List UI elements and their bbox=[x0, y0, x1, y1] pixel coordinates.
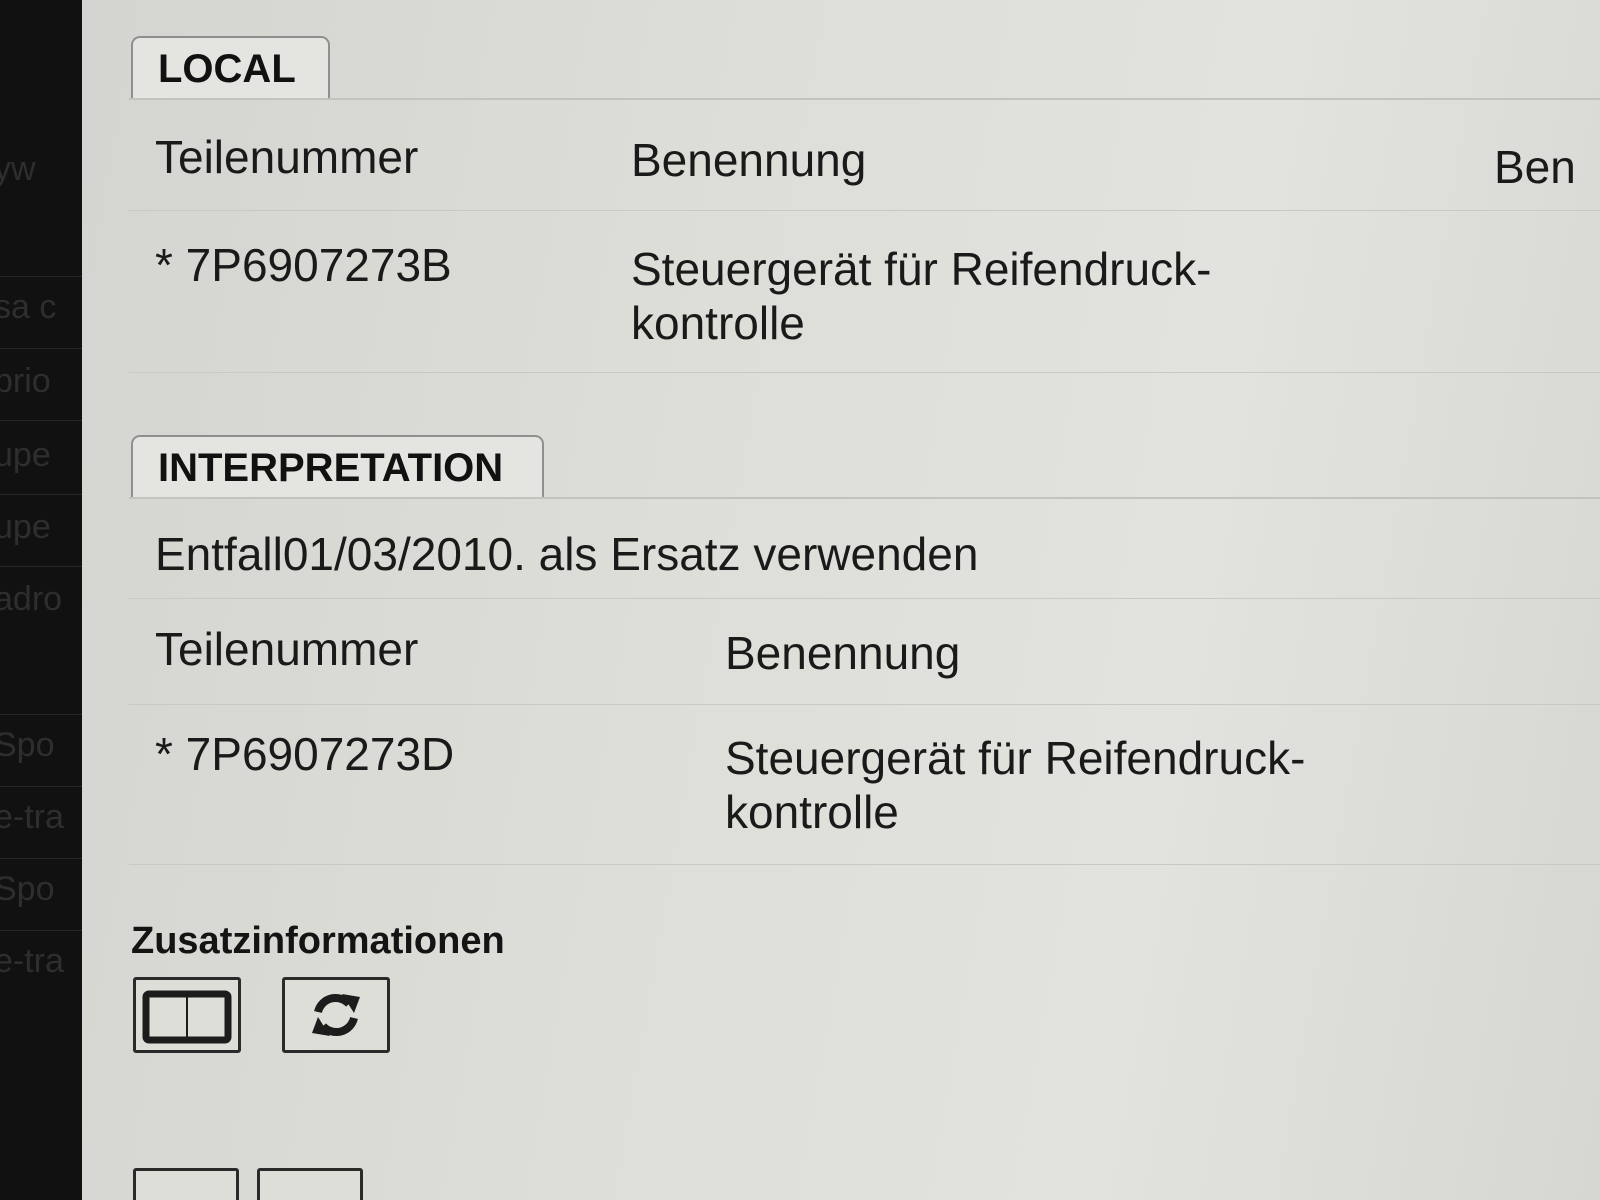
column-header-description-2: Ben bbox=[1494, 141, 1576, 193]
row-divider bbox=[129, 598, 1600, 599]
background-text: upe bbox=[0, 508, 51, 546]
row-divider bbox=[129, 210, 1600, 211]
tab-local[interactable]: LOCAL bbox=[131, 36, 330, 98]
background-divider bbox=[0, 348, 82, 349]
toolbar-button[interactable] bbox=[133, 1168, 239, 1200]
tab-underline bbox=[129, 497, 1600, 499]
column-header-description: Benennung bbox=[725, 627, 961, 679]
column-header-description: Benennung bbox=[631, 134, 867, 186]
toolbar-button[interactable] bbox=[257, 1168, 363, 1200]
row-divider bbox=[129, 704, 1600, 705]
column-header-part-number: Teilenummer bbox=[155, 131, 419, 183]
background-application: yw sa c prio upe upe adro Spo e-tra Spo … bbox=[0, 0, 82, 1200]
row-divider bbox=[129, 864, 1600, 865]
background-divider bbox=[0, 276, 82, 277]
background-text: e-tra bbox=[0, 798, 64, 836]
background-text: Spo bbox=[0, 870, 55, 908]
tab-interpretation[interactable]: INTERPRETATION bbox=[131, 435, 544, 497]
book-button[interactable] bbox=[133, 977, 241, 1053]
book-icon bbox=[142, 990, 232, 1044]
refresh-button[interactable] bbox=[282, 977, 390, 1053]
interpretation-note: Entfall01/03/2010. als Ersatz verwenden bbox=[155, 528, 979, 580]
part-details-panel: LOCAL Teilenummer Benennung Ben * 7P6907… bbox=[82, 0, 1600, 1200]
background-divider bbox=[0, 420, 82, 421]
background-divider bbox=[0, 494, 82, 495]
background-text: Spo bbox=[0, 726, 55, 764]
background-divider bbox=[0, 566, 82, 567]
background-text: sa c bbox=[0, 288, 57, 326]
part-description-value: Steuergerät für Reifendruck-kontrolle bbox=[631, 243, 1212, 349]
row-divider bbox=[129, 372, 1600, 373]
background-text: prio bbox=[0, 362, 51, 400]
tab-underline bbox=[129, 98, 1600, 100]
background-text: e-tra bbox=[0, 942, 64, 980]
refresh-icon bbox=[312, 994, 360, 1036]
column-header-part-number: Teilenummer bbox=[155, 623, 419, 675]
background-text: yw bbox=[0, 150, 36, 188]
background-divider bbox=[0, 858, 82, 859]
part-description-value: Steuergerät für Reifendruck-kontrolle bbox=[725, 732, 1306, 838]
background-text: upe bbox=[0, 436, 51, 474]
background-text: adro bbox=[0, 580, 63, 618]
additional-info-title: Zusatzinformationen bbox=[131, 920, 505, 962]
background-divider bbox=[0, 786, 82, 787]
background-divider bbox=[0, 930, 82, 931]
part-number-value: * 7P6907273B bbox=[155, 239, 452, 291]
part-number-value: * 7P6907273D bbox=[155, 728, 455, 780]
background-divider bbox=[0, 714, 82, 715]
